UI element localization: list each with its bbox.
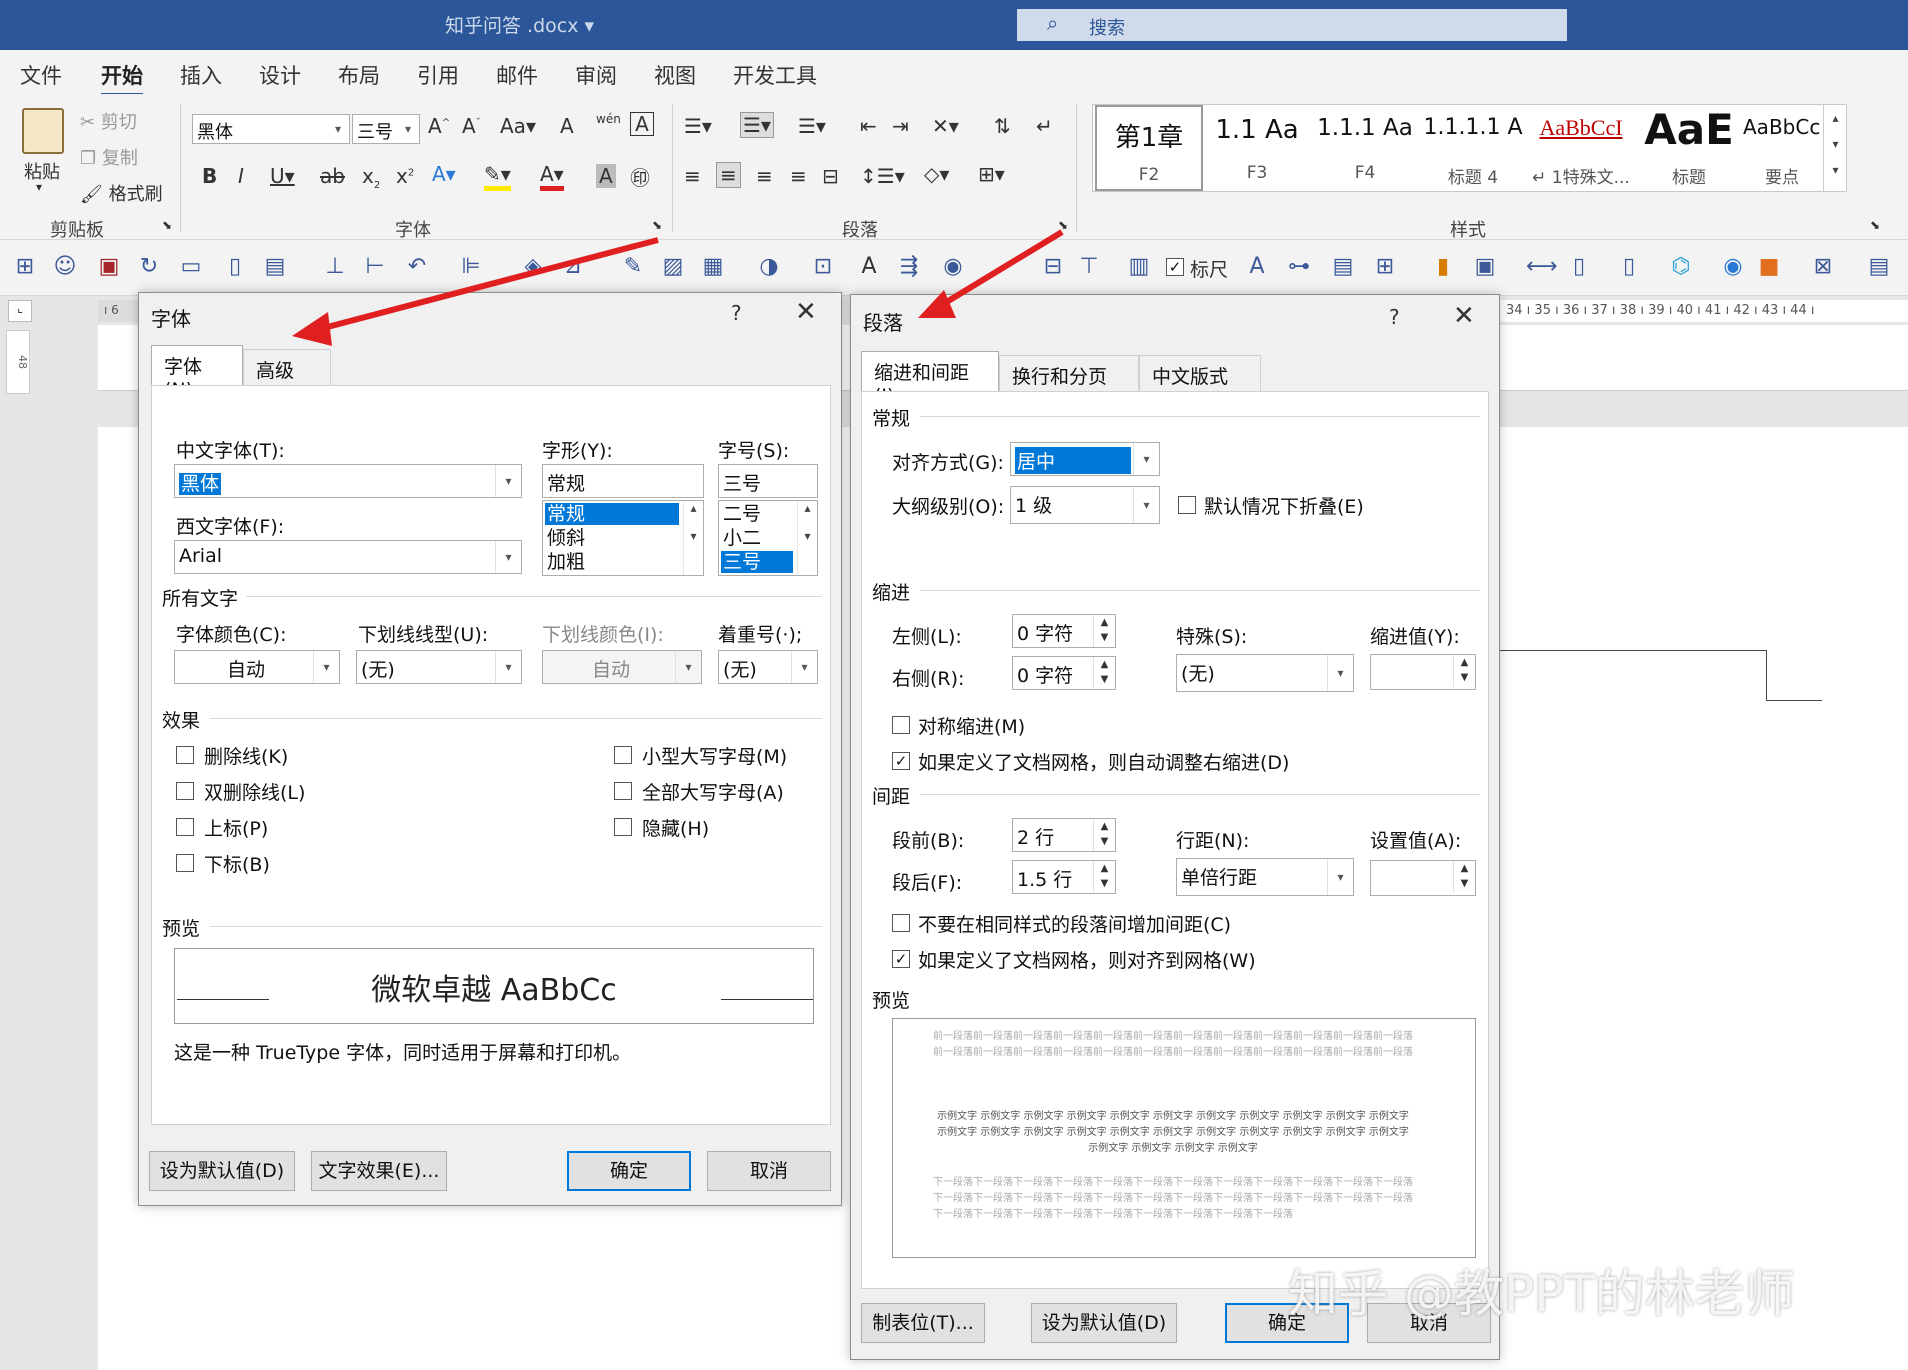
arrow-head-paragraph	[918, 290, 956, 318]
arrow-to-paragraph-dialog	[938, 229, 1064, 309]
watermark-text: 知乎 @教PPT的林老师	[1288, 1265, 1795, 1323]
arrow-to-font-dialog	[315, 237, 659, 333]
arrow-head-font	[292, 312, 332, 346]
annotation-arrows	[292, 229, 1064, 346]
